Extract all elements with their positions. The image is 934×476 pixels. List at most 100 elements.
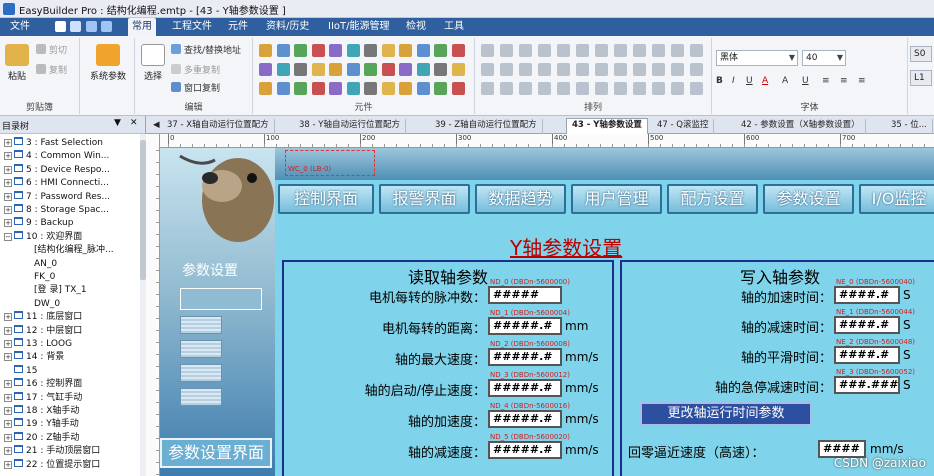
object-tool-icon[interactable] xyxy=(259,82,272,95)
object-tool-icon[interactable] xyxy=(294,44,307,57)
find-replace-button[interactable]: 查找/替换地址 xyxy=(171,44,241,58)
bold-button[interactable]: B xyxy=(716,74,723,88)
close-icon[interactable]: ✕ xyxy=(130,118,138,128)
collapse-icon[interactable]: − xyxy=(4,232,12,241)
arrange-tool-icon[interactable] xyxy=(519,63,532,76)
object-tool-icon[interactable] xyxy=(399,82,412,95)
object-tool-icon[interactable] xyxy=(451,63,465,76)
object-tool-icon[interactable] xyxy=(381,63,395,76)
expand-icon[interactable]: + xyxy=(4,393,12,402)
arrange-tool-icon[interactable] xyxy=(652,44,665,57)
arrange-tool-icon[interactable] xyxy=(481,82,494,95)
tree-item[interactable]: [结构化编程_脉冲... xyxy=(34,244,114,257)
object-tool-icon[interactable] xyxy=(434,63,447,76)
arrange-tool-icon[interactable] xyxy=(557,63,570,76)
object-tool-icon[interactable] xyxy=(399,63,412,76)
object-tool-icon[interactable] xyxy=(311,63,325,76)
undo-icon[interactable] xyxy=(86,21,97,32)
menu-home[interactable]: 常用 xyxy=(128,18,156,36)
menu-data-history[interactable]: 资料/历史 xyxy=(262,18,313,36)
tree-item[interactable]: AN_0 xyxy=(34,258,57,271)
tree-item[interactable]: +17 : 气缸手动 xyxy=(4,391,82,405)
underline-button[interactable]: U xyxy=(746,74,753,88)
menu-file[interactable]: 文件 xyxy=(6,18,34,36)
tab-window[interactable]: 35 - 位... xyxy=(886,119,933,134)
arrange-tool-icon[interactable] xyxy=(595,82,608,95)
menu-view[interactable]: 检视 xyxy=(402,18,430,36)
object-tool-icon[interactable] xyxy=(364,63,377,76)
align-right-icon[interactable]: ≡ xyxy=(858,74,866,88)
expand-icon[interactable]: + xyxy=(4,380,12,389)
tree-item[interactable]: +19 : Y轴手动 xyxy=(4,418,79,431)
arrange-tool-icon[interactable] xyxy=(538,63,551,76)
arrange-tool-icon[interactable] xyxy=(690,44,703,57)
arrange-tool-icon[interactable] xyxy=(690,82,703,95)
window-object-frame[interactable]: WC_0 (LB-0) xyxy=(285,150,375,176)
object-tool-icon[interactable] xyxy=(259,63,272,76)
object-tool-icon[interactable] xyxy=(294,63,307,76)
arrange-tool-icon[interactable] xyxy=(557,82,570,95)
object-tool-icon[interactable] xyxy=(276,63,290,76)
tree-item[interactable]: +20 : Z轴手动 xyxy=(4,431,79,445)
nav-button[interactable]: 参数设置 xyxy=(763,184,854,214)
param-value-field[interactable]: #####.# xyxy=(488,379,562,397)
change-run-time-button[interactable]: 更改轴运行时间参数 xyxy=(640,402,812,426)
arrange-tool-icon[interactable] xyxy=(633,82,646,95)
arrange-tool-icon[interactable] xyxy=(481,63,494,76)
expand-icon[interactable]: + xyxy=(4,353,12,362)
object-tool-icon[interactable] xyxy=(259,44,272,57)
expand-icon[interactable]: + xyxy=(4,447,12,456)
tab-window[interactable]: 37 - X轴自动运行位置配方 xyxy=(162,119,275,134)
nav-button[interactable]: 数据趋势 xyxy=(475,184,566,214)
select-button[interactable]: 选择 xyxy=(139,44,167,82)
expand-icon[interactable]: + xyxy=(4,206,12,214)
menu-tools[interactable]: 工具 xyxy=(440,18,468,36)
tree-item[interactable]: +7 : Password Res... xyxy=(4,190,110,204)
arrange-tool-icon[interactable] xyxy=(614,63,627,76)
left-item-3[interactable] xyxy=(180,364,222,382)
left-item-1[interactable] xyxy=(180,316,222,334)
arrange-tool-icon[interactable] xyxy=(614,82,627,95)
chevron-down-icon[interactable]: ▼ xyxy=(114,118,121,128)
arrange-tool-icon[interactable] xyxy=(633,63,646,76)
open-icon[interactable] xyxy=(70,21,81,32)
arrange-tool-icon[interactable] xyxy=(595,63,608,76)
tree-item[interactable]: +5 : Device Respo... xyxy=(4,163,110,177)
object-tool-icon[interactable] xyxy=(276,44,290,57)
object-tool-icon[interactable] xyxy=(364,44,377,57)
style-s0-button[interactable]: S0 xyxy=(910,46,932,62)
arrange-tool-icon[interactable] xyxy=(519,82,532,95)
object-tool-icon[interactable] xyxy=(294,82,307,95)
expand-icon[interactable]: + xyxy=(4,326,12,335)
nav-button[interactable]: 控制界面 xyxy=(278,184,374,214)
param-value-field[interactable]: ##### xyxy=(488,286,562,304)
object-tool-icon[interactable] xyxy=(416,44,430,57)
nav-button[interactable]: 报警界面 xyxy=(379,184,470,214)
object-tool-icon[interactable] xyxy=(311,44,325,57)
left-item-2[interactable] xyxy=(180,340,222,358)
expand-icon[interactable]: + xyxy=(4,420,12,429)
arrange-tool-icon[interactable] xyxy=(500,63,513,76)
arrange-tool-icon[interactable] xyxy=(671,82,684,95)
font-name-select[interactable]: 黑体 ▼ xyxy=(716,50,798,66)
expand-icon[interactable]: + xyxy=(4,139,12,147)
left-input-box[interactable] xyxy=(180,288,262,310)
copy-button[interactable]: 复制 xyxy=(36,64,67,78)
tree-item[interactable]: +13 : LOOG xyxy=(4,338,72,351)
tab-window[interactable]: 38 - Y轴自动运行位置配方 xyxy=(294,119,406,134)
tree-item[interactable]: +18 : X轴手动 xyxy=(4,405,79,418)
tree-item[interactable]: +12 : 中层窗口 xyxy=(4,324,82,338)
object-tool-icon[interactable] xyxy=(329,82,342,95)
align-center-icon[interactable]: ≡ xyxy=(840,74,848,88)
object-tool-icon[interactable] xyxy=(399,44,412,57)
window-copy-button[interactable]: 窗口复制 xyxy=(171,82,220,96)
object-tool-icon[interactable] xyxy=(381,44,395,57)
save-icon[interactable] xyxy=(55,21,66,32)
font-color-button[interactable]: A xyxy=(762,74,768,88)
tree-item[interactable]: +16 : 控制界面 xyxy=(4,378,82,391)
left-item-4[interactable] xyxy=(180,388,222,406)
arrange-tool-icon[interactable] xyxy=(633,44,646,57)
tree-item[interactable]: +8 : Storage Spac... xyxy=(4,204,109,217)
cut-button[interactable]: 剪切 xyxy=(36,44,67,58)
font-shade-button[interactable]: A xyxy=(782,74,788,88)
